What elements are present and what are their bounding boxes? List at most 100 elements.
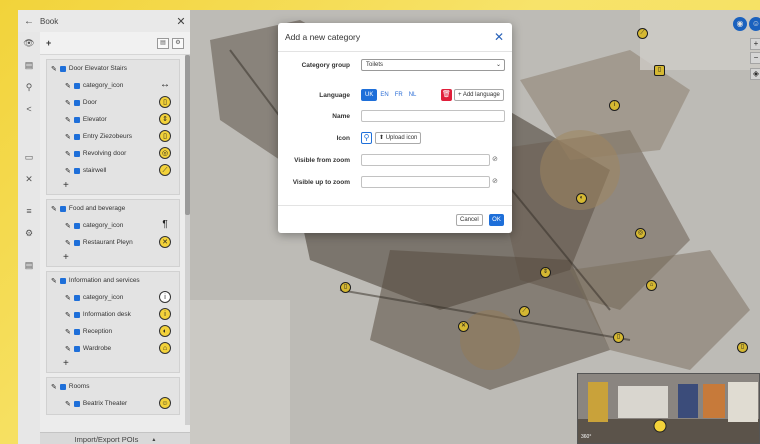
checkbox[interactable] [73, 294, 80, 301]
ok-button[interactable]: OK [489, 214, 504, 226]
link-icon[interactable]: ⊘ [492, 156, 500, 164]
language-tab-en[interactable]: EN [377, 89, 391, 101]
upload-icon-button[interactable]: ⬆ Upload icon [375, 132, 422, 144]
edit-icon[interactable]: ✎ [65, 116, 71, 124]
group-header[interactable]: ✎ Information and services [47, 272, 179, 289]
list-item[interactable]: ✎ Revolving door ◎ [47, 145, 179, 162]
checkbox[interactable] [73, 328, 80, 335]
sidebar-title: Book [40, 16, 59, 26]
link-icon[interactable]: ⊘ [492, 178, 500, 186]
checkbox[interactable] [59, 277, 66, 284]
checkbox[interactable] [73, 82, 80, 89]
add-language-button[interactable]: + Add language [454, 89, 504, 101]
edit-icon[interactable]: ✎ [65, 345, 71, 353]
group-label: Rooms [68, 383, 90, 390]
group-header[interactable]: ✎ Rooms [47, 378, 179, 395]
cancel-button[interactable]: Cancel [456, 214, 483, 226]
edit-icon[interactable]: ✎ [51, 65, 57, 73]
gear-icon[interactable]: ⚙ [18, 222, 40, 244]
language-label: Language [319, 91, 350, 99]
checkbox[interactable] [59, 205, 66, 212]
list-item[interactable]: ✎ Reception ◐ [47, 323, 179, 340]
checkbox[interactable] [73, 345, 80, 352]
edit-icon[interactable]: ✎ [65, 150, 71, 158]
edit-icon[interactable]: ✎ [65, 239, 71, 247]
edit-icon[interactable]: ✎ [65, 400, 71, 408]
item-label: category_icon [82, 82, 124, 89]
toggle-visibility-button[interactable]: ▤ [157, 37, 169, 49]
edit-icon[interactable]: ✎ [65, 167, 71, 175]
close-icon[interactable]: ✕ [494, 30, 504, 44]
group-header[interactable]: ✎ Door Elevator Stairs [47, 60, 179, 77]
edit-icon[interactable]: ✎ [51, 383, 57, 391]
tools-icon[interactable]: ✕ [18, 168, 40, 190]
edit-icon[interactable]: ✎ [51, 277, 57, 285]
wardrobe-icon: ⌂ [159, 342, 171, 354]
add-item-button[interactable]: + [47, 251, 179, 264]
checkbox[interactable] [73, 222, 80, 229]
edit-icon[interactable]: ✎ [65, 294, 71, 302]
checkbox[interactable] [73, 150, 80, 157]
share-icon[interactable]: < [18, 98, 40, 120]
chevron-down-icon: ⌄ [495, 62, 501, 68]
layers-icon[interactable]: ▤ [18, 54, 40, 76]
add-item-button[interactable]: + [47, 179, 179, 192]
name-input[interactable] [361, 110, 505, 122]
visible-to-input[interactable] [361, 176, 490, 188]
list-item[interactable]: ✎ Entry Ziezobeurs ▯ [47, 128, 179, 145]
delete-language-button[interactable]: 🗑 [441, 89, 452, 101]
panorama-thumbnail[interactable]: 360° [577, 373, 760, 444]
list-item[interactable]: ✎ Door ▯ [47, 94, 179, 111]
edit-icon[interactable]: ✎ [51, 205, 57, 213]
list-item[interactable]: ✎ category_icon ↔ [47, 77, 179, 94]
screen-icon[interactable]: ▭ [18, 146, 40, 168]
arrows-icon: ↔ [160, 79, 170, 90]
list-item[interactable]: ✎ Beatrix Theater ☺ [47, 395, 179, 412]
edit-icon[interactable]: ✎ [65, 311, 71, 319]
visible-from-input[interactable] [361, 154, 490, 166]
category-group-value: Toilets [366, 62, 384, 68]
list-item[interactable]: ✎ stairwell ⟋ [47, 162, 179, 179]
list-item[interactable]: ✎ Information desk i [47, 306, 179, 323]
group-header[interactable]: ✎ Food and beverage [47, 200, 179, 217]
checkbox[interactable] [73, 116, 80, 123]
map-pin-icon[interactable]: ⚲ [361, 132, 372, 144]
edit-icon[interactable]: ✎ [65, 82, 71, 90]
back-arrow-icon[interactable]: ← [18, 16, 40, 27]
list-item[interactable]: ✎ Restaurant Pleyn ✕ [47, 234, 179, 251]
checkbox[interactable] [73, 167, 80, 174]
edit-icon[interactable]: ✎ [65, 222, 71, 230]
sidebar-scrollbar[interactable] [185, 55, 190, 425]
checkbox[interactable] [73, 99, 80, 106]
location-icon[interactable]: ⚲ [18, 76, 40, 98]
edit-icon[interactable]: ✎ [65, 328, 71, 336]
checkbox[interactable] [73, 311, 80, 318]
list-item[interactable]: ✎ category_icon i [47, 289, 179, 306]
language-tab-fr[interactable]: FR [392, 89, 406, 101]
category-group-select[interactable]: Toilets ⌄ [361, 59, 505, 71]
checkbox[interactable] [59, 383, 66, 390]
checkbox[interactable] [73, 400, 80, 407]
checkbox[interactable] [59, 65, 66, 72]
list-item[interactable]: ✎ Elevator ⇕ [47, 111, 179, 128]
list-item[interactable]: ✎ category_icon ¶ [47, 217, 179, 234]
edit-icon[interactable]: ✎ [65, 133, 71, 141]
add-item-button[interactable]: + [47, 357, 179, 370]
menu-icon[interactable]: ≡ [18, 200, 40, 222]
import-export-label: Import/Export POIs [74, 434, 139, 444]
scrollbar-thumb[interactable] [185, 55, 190, 215]
database-icon[interactable]: ▤ [18, 254, 40, 276]
eye-icon[interactable]: 👁 [18, 32, 40, 54]
list-item[interactable]: ✎ Wardrobe ⌂ [47, 340, 179, 357]
category-group-label: Category group [301, 61, 350, 69]
checkbox[interactable] [73, 239, 80, 246]
add-group-button[interactable]: + [46, 38, 154, 48]
edit-icon[interactable]: ✎ [65, 99, 71, 107]
close-icon[interactable]: ✕ [172, 15, 190, 28]
language-tab-uk[interactable]: UK [361, 89, 378, 101]
caret-up-icon[interactable]: ▴ [152, 436, 155, 443]
language-tab-nl[interactable]: NL [406, 89, 420, 101]
import-export-bar[interactable]: Import/Export POIs ▴ [40, 432, 190, 444]
checkbox[interactable] [73, 133, 80, 140]
settings-button[interactable]: ⚙ [172, 37, 184, 49]
